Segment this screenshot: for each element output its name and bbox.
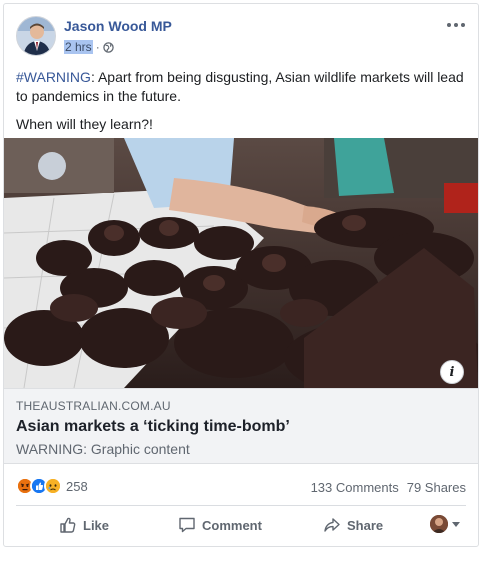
shares-count[interactable]: 79 Shares [407, 480, 466, 495]
link-title[interactable]: Asian markets a ‘ticking time-bomb’ [16, 418, 466, 436]
link-preview[interactable]: THEAUSTRALIAN.COM.AU Asian markets a ‘ti… [4, 388, 478, 464]
hashtag-link[interactable]: #WARNING [16, 69, 91, 85]
sad-icon [44, 477, 62, 495]
post-text: #WARNING: Apart from being disgusting, A… [16, 68, 468, 143]
info-icon[interactable]: i [440, 360, 464, 384]
post-header: Jason Wood MP 2 hrs · [16, 16, 466, 60]
share-button[interactable]: Share [323, 516, 383, 534]
actions-divider [16, 505, 466, 506]
comment-label: Comment [202, 517, 262, 533]
link-description: WARNING: Graphic content [16, 441, 190, 457]
post-meta: 2 hrs · [64, 40, 114, 54]
comment-icon [179, 517, 195, 533]
reactions-summary[interactable]: 258 [16, 477, 88, 495]
author-name[interactable]: Jason Wood MP [64, 18, 172, 34]
share-icon [324, 518, 340, 532]
comment-button[interactable]: Comment [178, 516, 262, 534]
meta-separator: · [95, 40, 100, 54]
author-avatar[interactable] [16, 16, 56, 56]
post-actions: Like Comment Share [16, 508, 466, 542]
post-body-paragraph-1: #WARNING: Apart from being disgusting, A… [16, 68, 468, 106]
engagement-stats: 258 133 Comments 79 Shares [16, 474, 466, 498]
react-as-selector[interactable] [430, 515, 460, 533]
like-button[interactable]: Like [59, 516, 109, 534]
like-label: Like [83, 517, 110, 533]
user-avatar [430, 515, 448, 533]
chevron-down-icon [452, 521, 460, 527]
link-domain: THEAUSTRALIAN.COM.AU [16, 399, 171, 413]
reaction-count: 258 [66, 478, 88, 494]
post-timestamp[interactable]: 2 hrs [64, 40, 93, 54]
post-card: Jason Wood MP 2 hrs · #WARNING: Apart fr… [3, 3, 479, 547]
share-label: Share [347, 517, 384, 533]
link-preview-image[interactable]: i [4, 138, 478, 388]
globe-icon[interactable] [102, 41, 114, 53]
thumbs-up-icon [60, 517, 76, 533]
comments-count[interactable]: 133 Comments [311, 480, 399, 495]
post-body-line-2: When will they learn?! [16, 116, 153, 132]
comment-share-counts: 133 Comments 79 Shares [311, 480, 466, 495]
more-options-icon[interactable] [446, 18, 466, 32]
